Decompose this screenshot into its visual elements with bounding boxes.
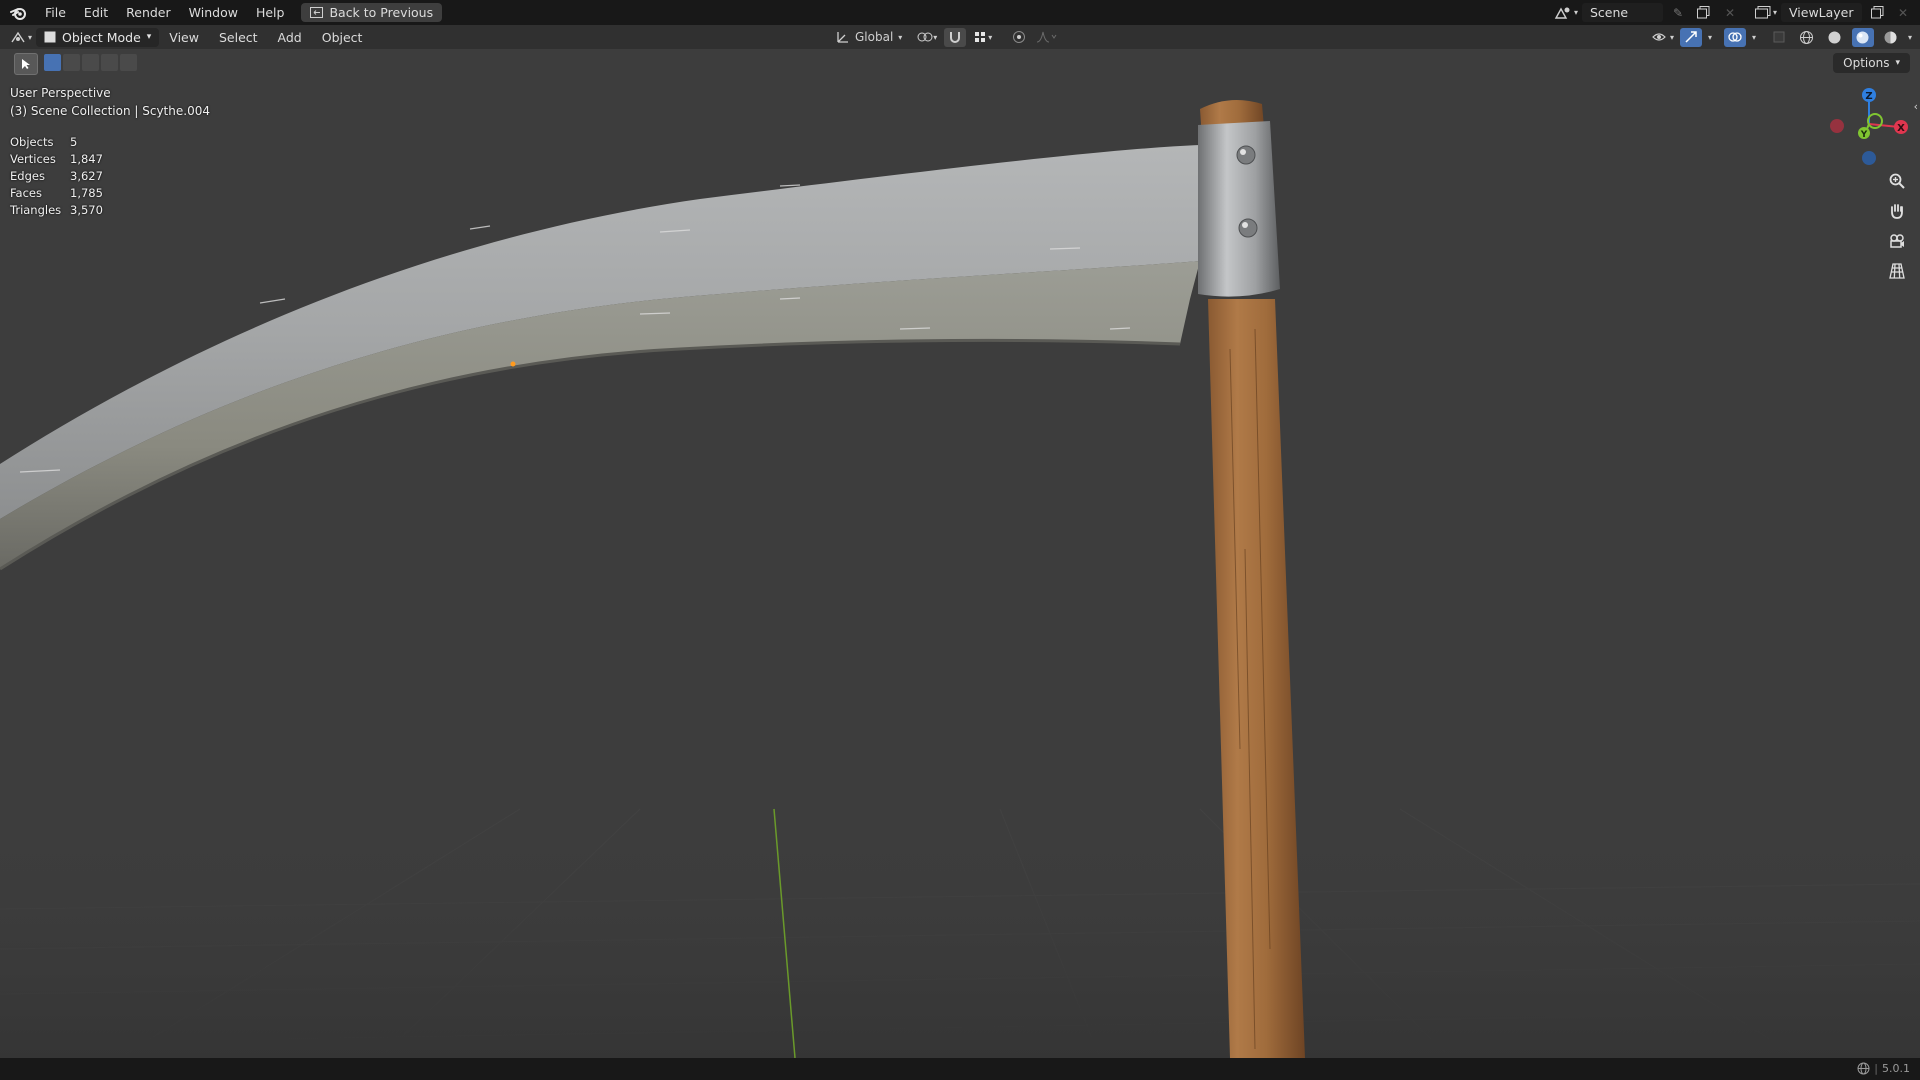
stat-value: 1,847: [70, 151, 103, 166]
select-subtract-icon[interactable]: [82, 54, 99, 71]
stat-value: 1,785: [70, 185, 103, 200]
view-layer-icon[interactable]: ▾: [1754, 3, 1777, 22]
gizmo-y-label: Y: [1860, 130, 1868, 140]
zoom-icon[interactable]: [1884, 168, 1910, 194]
grid-icon[interactable]: [1884, 258, 1910, 284]
menu-window[interactable]: Window: [180, 0, 247, 25]
new-view-layer-icon[interactable]: [1866, 3, 1888, 22]
gizmo-z-label: Z: [1865, 91, 1872, 102]
stat-row-vertices: Vertices 1,847: [10, 150, 103, 167]
header-menu-add[interactable]: Add: [268, 30, 312, 45]
transform-orientation-label: Global: [855, 30, 894, 44]
gizmo-toggle-icon[interactable]: [1679, 27, 1702, 47]
scene-statistics: Objects 5 Vertices 1,847 Edges 3,627 Faces 1…: [10, 133, 103, 218]
viewport-scene: [0, 100, 1920, 1059]
shading-rendered-icon[interactable]: [1880, 28, 1902, 47]
pivot-point-icon[interactable]: ▾: [916, 28, 938, 47]
navigation-gizmo[interactable]: Z X Y: [1820, 84, 1920, 168]
axes-icon: [837, 32, 848, 43]
version-info: | 5.0.1: [1857, 1062, 1910, 1075]
perspective-label: User Perspective: [10, 86, 111, 100]
top-menu-bar: File Edit Render Window Help Back to Pre…: [0, 0, 1920, 25]
shading-material-icon[interactable]: [1851, 27, 1874, 47]
select-box-icon[interactable]: [44, 54, 61, 71]
collection-label: (3) Scene Collection | Scythe.004: [10, 104, 210, 118]
select-extend-icon[interactable]: [63, 54, 80, 71]
object-origin: [510, 361, 516, 367]
header-menu-select[interactable]: Select: [209, 30, 268, 45]
cube-icon: [44, 31, 56, 43]
cursor-icon: [22, 59, 30, 69]
selection-modes: [44, 54, 137, 71]
stat-value: 5: [70, 134, 78, 149]
tool-row: [0, 49, 1920, 77]
scene-name: Scene: [1589, 5, 1629, 20]
menu-edit[interactable]: Edit: [75, 0, 117, 25]
stat-label: Objects: [10, 134, 54, 149]
back-to-previous-label: Back to Previous: [329, 5, 434, 20]
object-mode-dropdown[interactable]: Object Mode ▾: [36, 27, 160, 47]
blender-logo-icon[interactable]: [0, 6, 36, 20]
stat-row-faces: Faces 1,785: [10, 184, 103, 201]
header-menu-object[interactable]: Object: [312, 30, 373, 45]
options-label: Options: [1843, 56, 1890, 70]
sidebar-toggle-icon[interactable]: ‹: [1914, 100, 1918, 113]
select-tool-button[interactable]: [14, 53, 38, 75]
editor-type-icon[interactable]: ▾: [10, 28, 32, 47]
status-bar: | 5.0.1: [0, 1058, 1920, 1080]
stat-label: Faces: [10, 185, 42, 200]
viewport-header: ▾ Object Mode ▾ View Select Add Object G…: [0, 25, 1920, 49]
back-icon: [310, 7, 324, 18]
close-scene-icon[interactable]: ✕: [1719, 3, 1741, 22]
stat-label: Edges: [10, 168, 45, 183]
options-dropdown[interactable]: Options ▾: [1833, 53, 1910, 73]
stat-label: Triangles: [10, 202, 62, 217]
select-intersect-icon[interactable]: [120, 54, 137, 71]
xray-toggle-icon[interactable]: [1768, 28, 1790, 47]
menu-file[interactable]: File: [36, 0, 75, 25]
falloff-icon[interactable]: [1036, 28, 1058, 47]
gizmo-x-label: X: [1897, 123, 1905, 134]
3d-viewport[interactable]: [0, 49, 1920, 1059]
top-right-controls: ▾ Scene ✎ ✕ ▾ ViewLayer ✕: [1554, 0, 1920, 25]
scene-icon[interactable]: ▾: [1554, 3, 1578, 22]
select-invert-icon[interactable]: [101, 54, 118, 71]
view-layer-name: ViewLayer: [1789, 5, 1854, 20]
stat-row-objects: Objects 5: [10, 133, 103, 150]
view-layer-field[interactable]: ViewLayer: [1781, 3, 1862, 22]
header-right-tools: ▾ ▾ ▾ ▾: [1652, 25, 1912, 49]
header-center-tools: Global ▾ ▾ ▾: [836, 25, 1058, 49]
close-view-layer-icon[interactable]: ✕: [1892, 3, 1914, 22]
stat-row-triangles: Triangles 3,570: [10, 201, 103, 218]
pin-icon[interactable]: ✎: [1667, 3, 1689, 22]
transform-orientation-dropdown[interactable]: Global ▾: [836, 28, 902, 47]
snap-target-icon[interactable]: ▾: [972, 28, 994, 47]
metal-ferrule: [1198, 121, 1280, 297]
scene-name-field[interactable]: Scene: [1581, 3, 1663, 22]
shading-wireframe-icon[interactable]: [1796, 28, 1818, 47]
stat-label: Vertices: [10, 151, 56, 166]
menu-render[interactable]: Render: [117, 0, 180, 25]
stat-value: 3,570: [70, 202, 103, 217]
globe-icon: [1857, 1062, 1870, 1075]
header-menu-view[interactable]: View: [159, 30, 209, 45]
overlays-toggle-icon[interactable]: [1723, 27, 1746, 47]
camera-icon[interactable]: [1884, 228, 1910, 254]
stat-value: 3,627: [70, 168, 103, 183]
menu-help[interactable]: Help: [247, 0, 294, 25]
shading-solid-icon[interactable]: [1824, 28, 1846, 47]
new-scene-icon[interactable]: [1693, 3, 1715, 22]
hand-icon[interactable]: [1884, 198, 1910, 224]
visibility-icon[interactable]: ▾: [1652, 28, 1674, 47]
version-label: 5.0.1: [1882, 1062, 1910, 1075]
object-mode-label: Object Mode: [62, 29, 141, 45]
proportional-edit-icon[interactable]: [1008, 28, 1030, 47]
snap-toggle-icon[interactable]: [944, 27, 967, 47]
stat-row-edges: Edges 3,627: [10, 167, 103, 184]
back-to-previous-button[interactable]: Back to Previous: [301, 3, 443, 22]
